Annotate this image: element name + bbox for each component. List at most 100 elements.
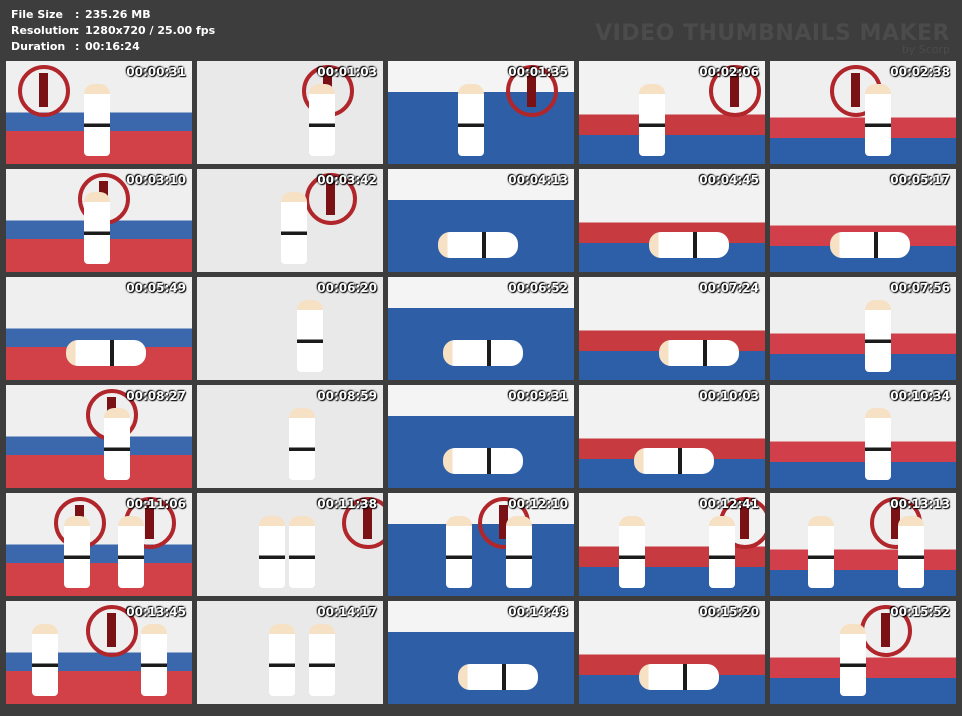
timestamp: 00:03:10 — [126, 173, 186, 187]
timestamp: 00:06:20 — [317, 281, 377, 295]
karate-figure — [259, 516, 285, 588]
resolution-label: Resolution — [11, 24, 78, 37]
karate-figure — [84, 84, 110, 156]
video-thumbnail: 00:01:03 — [197, 61, 383, 164]
separator: : — [75, 24, 80, 37]
timestamp: 00:07:24 — [699, 281, 759, 295]
video-thumbnail: 00:10:34 — [770, 385, 956, 488]
karate-figure — [32, 624, 58, 696]
video-thumbnail: 00:10:03 — [579, 385, 765, 488]
karate-figure — [66, 340, 146, 366]
video-thumbnail: 00:07:24 — [579, 277, 765, 380]
timestamp: 00:02:06 — [699, 65, 759, 79]
timestamp: 00:13:13 — [890, 497, 950, 511]
karate-figure — [649, 232, 729, 258]
video-thumbnail: 00:15:20 — [579, 601, 765, 704]
timestamp: 00:13:45 — [126, 605, 186, 619]
resolution-row: Resolution: 1280x720 / 25.00 fps — [11, 23, 215, 39]
video-thumbnail: 00:12:41 — [579, 493, 765, 596]
video-thumbnail: 00:00:31 — [6, 61, 192, 164]
karate-figure — [808, 516, 834, 588]
karate-figure — [309, 84, 335, 156]
separator: : — [75, 8, 80, 21]
timestamp: 00:15:20 — [699, 605, 759, 619]
video-thumbnail: 00:08:27 — [6, 385, 192, 488]
video-thumbnail: 00:07:56 — [770, 277, 956, 380]
karate-figure — [141, 624, 167, 696]
separator: : — [75, 40, 80, 53]
karate-figure — [634, 448, 714, 474]
karate-figure — [840, 624, 866, 696]
karate-figure — [281, 192, 307, 264]
karate-figure — [104, 408, 130, 480]
timestamp: 00:14:17 — [317, 605, 377, 619]
timestamp: 00:00:31 — [126, 65, 186, 79]
karate-figure — [309, 624, 335, 696]
file-info: File Size:235.26 MB Resolution: 1280x720 … — [11, 7, 215, 55]
duration-label: Duration — [11, 40, 66, 53]
video-thumbnail: 00:02:38 — [770, 61, 956, 164]
timestamp: 00:10:03 — [699, 389, 759, 403]
video-thumbnail: 00:14:17 — [197, 601, 383, 704]
timestamp: 00:01:03 — [317, 65, 377, 79]
timestamp: 00:05:49 — [126, 281, 186, 295]
timestamp: 00:08:59 — [317, 389, 377, 403]
timestamp: 00:12:41 — [699, 497, 759, 511]
header: File Size:235.26 MB Resolution: 1280x720 … — [0, 0, 962, 60]
karate-figure — [639, 664, 719, 690]
timestamp: 00:14:48 — [508, 605, 568, 619]
video-thumbnail: 00:11:38 — [197, 493, 383, 596]
watermark: VIDEO THUMBNAILS MAKER by Scorp — [595, 21, 950, 56]
watermark-title: VIDEO THUMBNAILS MAKER — [595, 21, 950, 46]
file-size-label: File Size — [11, 8, 63, 21]
dojo-emblem — [18, 65, 70, 117]
timestamp: 00:09:31 — [508, 389, 568, 403]
karate-figure — [269, 624, 295, 696]
timestamp: 00:06:52 — [508, 281, 568, 295]
video-thumbnail: 00:11:06 — [6, 493, 192, 596]
file-size-value: 235.26 MB — [85, 8, 151, 21]
video-thumbnail: 00:14:48 — [388, 601, 574, 704]
video-thumbnail: 00:04:45 — [579, 169, 765, 272]
video-thumbnail: 00:06:52 — [388, 277, 574, 380]
karate-figure — [898, 516, 924, 588]
karate-figure — [443, 340, 523, 366]
timestamp: 00:15:52 — [890, 605, 950, 619]
karate-figure — [709, 516, 735, 588]
karate-figure — [289, 408, 315, 480]
video-thumbnail: 00:15:52 — [770, 601, 956, 704]
timestamp: 00:04:45 — [699, 173, 759, 187]
timestamp: 00:10:34 — [890, 389, 950, 403]
video-thumbnail: 00:08:59 — [197, 385, 383, 488]
timestamp: 00:08:27 — [126, 389, 186, 403]
karate-figure — [865, 84, 891, 156]
timestamp: 00:12:10 — [508, 497, 568, 511]
video-thumbnail: 00:06:20 — [197, 277, 383, 380]
timestamp: 00:05:17 — [890, 173, 950, 187]
karate-figure — [64, 516, 90, 588]
video-thumbnail: 00:09:31 — [388, 385, 574, 488]
duration-row: Duration:00:16:24 — [11, 39, 215, 55]
video-thumbnail: 00:03:10 — [6, 169, 192, 272]
timestamp: 00:11:06 — [126, 497, 186, 511]
karate-figure — [443, 448, 523, 474]
karate-figure — [458, 84, 484, 156]
thumbnail-grid: 00:00:31 00:01:03 00:01:35 00:02:06 00:02:38… — [6, 61, 956, 704]
karate-figure — [446, 516, 472, 588]
karate-figure — [639, 84, 665, 156]
karate-figure — [619, 516, 645, 588]
karate-figure — [458, 664, 538, 690]
karate-figure — [865, 300, 891, 372]
video-thumbnail: 00:13:45 — [6, 601, 192, 704]
karate-figure — [506, 516, 532, 588]
video-thumbnail: 00:13:13 — [770, 493, 956, 596]
karate-figure — [84, 192, 110, 264]
karate-figure — [289, 516, 315, 588]
timestamp: 00:01:35 — [508, 65, 568, 79]
resolution-value: 1280x720 / 25.00 fps — [85, 24, 216, 37]
karate-figure — [659, 340, 739, 366]
video-thumbnail: 00:01:35 — [388, 61, 574, 164]
timestamp: 00:07:56 — [890, 281, 950, 295]
timestamp: 00:03:42 — [317, 173, 377, 187]
video-thumbnail: 00:04:13 — [388, 169, 574, 272]
